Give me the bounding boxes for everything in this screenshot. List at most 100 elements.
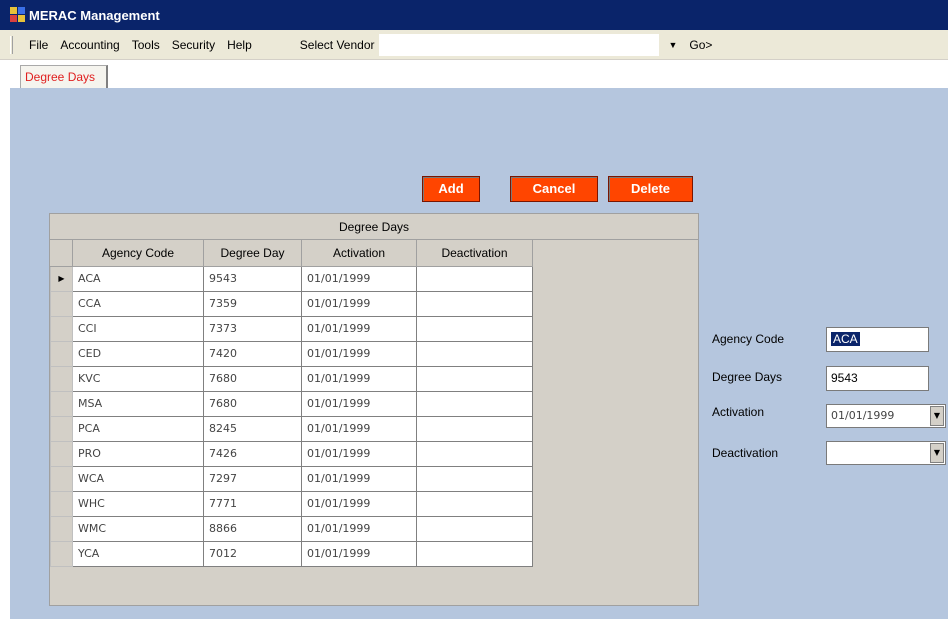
column-header-agency-code[interactable]: Agency Code	[72, 240, 204, 267]
table-row[interactable]: CED 7420 01/01/1999	[50, 340, 533, 367]
tab-strip: Degree Days	[0, 60, 948, 88]
activation-cell[interactable]: 01/01/1999	[301, 515, 417, 542]
title-bar: MERAC Management	[0, 0, 948, 30]
table-row[interactable]: ▶ ACA 9543 01/01/1999	[50, 265, 533, 292]
deactivation-cell[interactable]	[416, 415, 533, 442]
degree-day-cell[interactable]: 7297	[203, 465, 302, 492]
cancel-button[interactable]: Cancel	[510, 176, 598, 202]
menu-help[interactable]: Help	[221, 38, 258, 52]
vendor-select[interactable]	[378, 33, 659, 56]
activation-cell[interactable]: 01/01/1999	[301, 440, 417, 467]
row-header[interactable]	[50, 515, 73, 542]
row-header[interactable]	[50, 415, 73, 442]
table-row[interactable]: WMC 8866 01/01/1999	[50, 515, 533, 542]
activation-cell[interactable]: 01/01/1999	[301, 390, 417, 417]
degree-day-cell[interactable]: 7420	[203, 340, 302, 367]
row-header[interactable]	[50, 465, 73, 492]
activation-cell[interactable]: 01/01/1999	[301, 490, 417, 517]
deactivation-cell[interactable]	[416, 340, 533, 367]
degree-day-cell[interactable]: 7012	[203, 540, 302, 567]
degree-day-cell[interactable]: 7373	[203, 315, 302, 342]
deactivation-cell[interactable]	[416, 465, 533, 492]
degree-day-cell[interactable]: 8866	[203, 515, 302, 542]
grid-body: ▶ ACA 9543 01/01/1999 CCA 7359 01/01/1999 CCI 73…	[50, 265, 533, 567]
activation-cell[interactable]: 01/01/1999	[301, 265, 417, 292]
row-header[interactable]: ▶	[50, 265, 73, 292]
column-header-deactivation[interactable]: Deactivation	[416, 240, 533, 267]
degree-days-field[interactable]: 9543	[826, 366, 929, 391]
row-header[interactable]	[50, 390, 73, 417]
deactivation-cell[interactable]	[416, 490, 533, 517]
agency-code-cell[interactable]: WHC	[72, 490, 204, 517]
row-header[interactable]	[50, 365, 73, 392]
deactivation-cell[interactable]	[416, 540, 533, 567]
degree-day-cell[interactable]: 7680	[203, 365, 302, 392]
agency-code-cell[interactable]: KVC	[72, 365, 204, 392]
row-header[interactable]	[50, 540, 73, 567]
table-row[interactable]: YCA 7012 01/01/1999	[50, 540, 533, 567]
row-header[interactable]	[50, 440, 73, 467]
delete-button[interactable]: Delete	[608, 176, 693, 202]
activation-cell[interactable]: 01/01/1999	[301, 340, 417, 367]
deactivation-cell[interactable]	[416, 440, 533, 467]
agency-code-cell[interactable]: CCA	[72, 290, 204, 317]
table-row[interactable]: MSA 7680 01/01/1999	[50, 390, 533, 417]
deactivation-cell[interactable]	[416, 290, 533, 317]
agency-code-cell[interactable]: PCA	[72, 415, 204, 442]
go-button[interactable]: Go>	[689, 38, 712, 52]
tab-degree-days[interactable]: Degree Days	[20, 65, 108, 88]
activation-cell[interactable]: 01/01/1999	[301, 465, 417, 492]
deactivation-date-picker[interactable]: ▼	[826, 441, 946, 465]
activation-cell[interactable]: 01/01/1999	[301, 290, 417, 317]
agency-code-cell[interactable]: CCI	[72, 315, 204, 342]
deactivation-cell[interactable]	[416, 515, 533, 542]
degree-day-cell[interactable]: 7359	[203, 290, 302, 317]
deactivation-cell[interactable]	[416, 315, 533, 342]
menu-security[interactable]: Security	[166, 38, 221, 52]
table-row[interactable]: CCA 7359 01/01/1999	[50, 290, 533, 317]
degree-day-cell[interactable]: 9543	[203, 265, 302, 292]
agency-code-cell[interactable]: PRO	[72, 440, 204, 467]
table-row[interactable]: PCA 8245 01/01/1999	[50, 415, 533, 442]
agency-code-cell[interactable]: WCA	[72, 465, 204, 492]
table-row[interactable]: WCA 7297 01/01/1999	[50, 465, 533, 492]
header-row: Agency Code Degree Day Activation Deacti…	[50, 240, 533, 267]
deactivation-cell[interactable]	[416, 365, 533, 392]
agency-code-cell[interactable]: WMC	[72, 515, 204, 542]
activation-cell[interactable]: 01/01/1999	[301, 540, 417, 567]
agency-code-cell[interactable]: ACA	[72, 265, 204, 292]
row-header[interactable]	[50, 315, 73, 342]
dropdown-arrow-icon[interactable]: ▼	[930, 443, 944, 463]
degree-day-cell[interactable]: 8245	[203, 415, 302, 442]
row-header[interactable]	[50, 340, 73, 367]
activation-cell[interactable]: 01/01/1999	[301, 365, 417, 392]
add-button[interactable]: Add	[422, 176, 480, 202]
table-row[interactable]: CCI 7373 01/01/1999	[50, 315, 533, 342]
activation-cell[interactable]: 01/01/1999	[301, 315, 417, 342]
degree-day-cell[interactable]: 7680	[203, 390, 302, 417]
table-row[interactable]: WHC 7771 01/01/1999	[50, 490, 533, 517]
agency-code-cell[interactable]: CED	[72, 340, 204, 367]
activation-cell[interactable]: 01/01/1999	[301, 415, 417, 442]
degree-day-cell[interactable]: 7426	[203, 440, 302, 467]
deactivation-cell[interactable]	[416, 390, 533, 417]
toolbar-grip[interactable]	[10, 35, 13, 54]
deactivation-cell[interactable]	[416, 265, 533, 292]
table-row[interactable]: PRO 7426 01/01/1999	[50, 440, 533, 467]
menu-tools[interactable]: Tools	[126, 38, 166, 52]
degree-day-cell[interactable]: 7771	[203, 490, 302, 517]
dropdown-arrow-icon[interactable]: ▼	[930, 406, 944, 426]
deactivation-label: Deactivation	[712, 446, 779, 460]
row-header[interactable]	[50, 490, 73, 517]
column-header-degree-day[interactable]: Degree Day	[203, 240, 302, 267]
menu-file[interactable]: File	[23, 38, 54, 52]
table-row[interactable]: KVC 7680 01/01/1999	[50, 365, 533, 392]
agency-code-cell[interactable]: YCA	[72, 540, 204, 567]
activation-date-picker[interactable]: 01/01/1999 ▼	[826, 404, 946, 428]
agency-code-cell[interactable]: MSA	[72, 390, 204, 417]
menu-accounting[interactable]: Accounting	[54, 38, 125, 52]
dropdown-arrow-icon[interactable]: ▼	[669, 40, 678, 50]
column-header-activation[interactable]: Activation	[301, 240, 417, 267]
agency-code-field[interactable]: ACA	[826, 327, 929, 352]
row-header[interactable]	[50, 290, 73, 317]
